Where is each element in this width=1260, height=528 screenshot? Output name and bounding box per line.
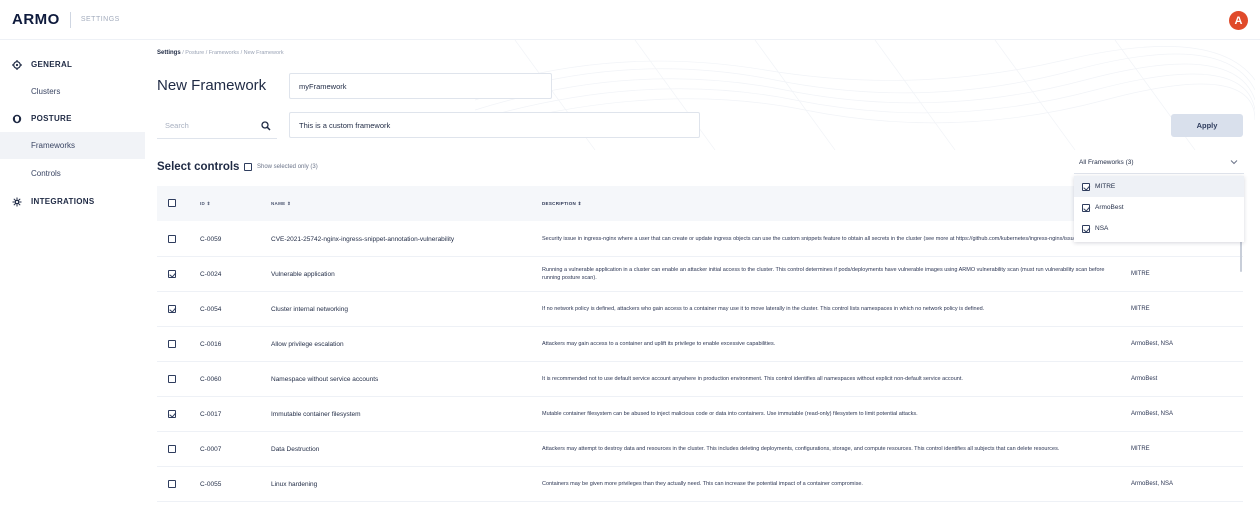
- sidebar-group-general[interactable]: GENERAL: [0, 51, 145, 78]
- control-description: Security issue in ingress-nginx where a …: [542, 236, 1096, 242]
- control-name: Allow privilege escalation: [271, 341, 344, 348]
- row-checkbox[interactable]: [168, 235, 176, 243]
- control-description: If no network policy is defined, attacke…: [542, 306, 985, 312]
- user-avatar[interactable]: A: [1229, 11, 1248, 30]
- logo-divider: [69, 11, 71, 28]
- table-row[interactable]: C-0024 Vulnerable application Running a vu…: [157, 257, 1243, 292]
- control-name: Vulnerable application: [271, 271, 335, 278]
- framework-option-nsa[interactable]: NSA: [1074, 218, 1244, 239]
- show-selected-checkbox[interactable]: [244, 163, 252, 171]
- framework-option-mitre[interactable]: MITRE: [1074, 176, 1244, 197]
- select-controls-heading: Select controls: [157, 161, 240, 173]
- control-description: Attackers may gain access to a container…: [542, 341, 776, 347]
- row-checkbox[interactable]: [168, 305, 176, 313]
- table-row[interactable]: C-0054 Cluster internal networking If no n…: [157, 292, 1243, 327]
- table-row[interactable]: C-0055 Linux hardening Containers may be g…: [157, 467, 1243, 502]
- column-header-description[interactable]: DESCRIPTION ⇕: [542, 201, 1122, 208]
- control-frameworks: MITRE: [1131, 446, 1150, 452]
- table-row[interactable]: C-0017 Immutable container filesystem Muta…: [157, 397, 1243, 432]
- row-checkbox[interactable]: [168, 375, 176, 383]
- control-description: It is recommended not to use default ser…: [542, 376, 963, 382]
- control-id: C-0060: [200, 376, 222, 383]
- breadcrumb-root[interactable]: Settings: [157, 50, 181, 56]
- control-id: C-0007: [200, 446, 222, 453]
- table-row[interactable]: C-0016 Allow privilege escalation Attacker…: [157, 327, 1243, 362]
- sidebar-item-frameworks[interactable]: Frameworks: [0, 132, 145, 159]
- control-description: Containers may be given more privileges …: [542, 481, 863, 487]
- sidebar-item-controls[interactable]: Controls: [0, 160, 145, 187]
- show-selected-toggle[interactable]: Show selected only (3): [244, 163, 318, 171]
- control-name: Cluster internal networking: [271, 306, 348, 313]
- sidebar-group-integrations[interactable]: INTEGRATIONS: [0, 188, 145, 215]
- framework-name-input[interactable]: myFramework: [289, 73, 552, 99]
- row-checkbox[interactable]: [168, 410, 176, 418]
- search-icon[interactable]: [261, 121, 271, 133]
- framework-filter-menu: MITRE ArmoBest NSA: [1074, 176, 1244, 242]
- page-title: New Framework: [157, 77, 267, 94]
- control-name: Immutable container filesystem: [271, 411, 361, 418]
- control-description: Attackers may attempt to destroy data an…: [542, 446, 1060, 452]
- shield-icon: [12, 114, 22, 124]
- chevron-down-icon: [1230, 159, 1238, 167]
- sidebar: GENERAL Clusters POSTURE Frameworks Cont…: [0, 40, 145, 528]
- control-id: C-0055: [200, 481, 222, 488]
- control-frameworks: MITRE: [1131, 306, 1150, 312]
- framework-option-label: MITRE: [1095, 183, 1116, 190]
- control-frameworks: MITRE: [1131, 271, 1150, 277]
- search-input[interactable]: Search: [157, 113, 277, 139]
- framework-filter-dropdown[interactable]: All Frameworks (3): [1074, 152, 1244, 174]
- control-name: Data Destruction: [271, 446, 320, 453]
- row-checkbox[interactable]: [168, 480, 176, 488]
- show-selected-label: Show selected only (3): [257, 164, 318, 170]
- row-checkbox[interactable]: [168, 340, 176, 348]
- framework-option-checkbox[interactable]: [1082, 182, 1090, 191]
- main-content: Settings / Posture / Frameworks / New Fr…: [145, 40, 1260, 528]
- framework-description-input[interactable]: This is a custom framework: [289, 112, 700, 138]
- control-name: Linux hardening: [271, 481, 318, 488]
- control-name: CVE-2021-25742-nginx-ingress-snippet-ann…: [271, 236, 455, 243]
- sidebar-group-label: GENERAL: [31, 60, 73, 69]
- search-placeholder: Search: [165, 121, 189, 130]
- column-header-id[interactable]: ID ⇕: [200, 201, 211, 207]
- row-checkbox[interactable]: [168, 445, 176, 453]
- armo-logo[interactable]: ARMO: [12, 11, 60, 28]
- sidebar-group-posture[interactable]: POSTURE: [0, 105, 145, 132]
- select-all-checkbox[interactable]: [168, 199, 176, 207]
- control-description: Running a vulnerable application in a cl…: [542, 267, 1105, 281]
- sidebar-group-label: POSTURE: [31, 114, 72, 123]
- control-name: Namespace without service accounts: [271, 376, 379, 383]
- framework-option-checkbox[interactable]: [1082, 224, 1090, 233]
- framework-option-label: NSA: [1095, 225, 1109, 232]
- section-name: SETTINGS: [80, 16, 120, 23]
- framework-option-armobest[interactable]: ArmoBest: [1074, 197, 1244, 218]
- breadcrumb: Settings / Posture / Frameworks / New Fr…: [157, 50, 284, 56]
- framework-option-label: ArmoBest: [1095, 204, 1124, 211]
- top-bar: ARMO SETTINGS A: [0, 0, 1260, 40]
- control-frameworks: ArmoBest: [1131, 376, 1158, 382]
- control-id: C-0059: [200, 236, 222, 243]
- row-checkbox[interactable]: [168, 270, 176, 278]
- column-header-name[interactable]: NAME ⇕: [271, 201, 531, 207]
- framework-filter-label: All Frameworks (3): [1079, 159, 1134, 166]
- control-description: Mutable container filesystem can be abus…: [542, 411, 918, 417]
- framework-option-checkbox[interactable]: [1082, 203, 1090, 212]
- table-row[interactable]: C-0060 Namespace without service accounts…: [157, 362, 1243, 397]
- sidebar-item-clusters[interactable]: Clusters: [0, 78, 145, 105]
- control-frameworks: ArmoBest, NSA: [1131, 341, 1174, 347]
- gear-icon: [12, 59, 22, 70]
- control-id: C-0016: [200, 341, 222, 348]
- control-id: C-0054: [200, 306, 222, 313]
- control-id: C-0017: [200, 411, 222, 418]
- table-row[interactable]: C-0007 Data Destruction Attackers may atte…: [157, 432, 1243, 467]
- plug-icon: [12, 197, 22, 207]
- control-id: C-0024: [200, 271, 222, 278]
- apply-button[interactable]: Apply: [1171, 114, 1243, 137]
- control-frameworks: ArmoBest, NSA: [1131, 481, 1174, 487]
- control-frameworks: ArmoBest, NSA: [1131, 411, 1174, 417]
- sidebar-group-label: INTEGRATIONS: [31, 197, 95, 206]
- breadcrumb-trail: / Posture / Frameworks / New Framework: [180, 50, 284, 56]
